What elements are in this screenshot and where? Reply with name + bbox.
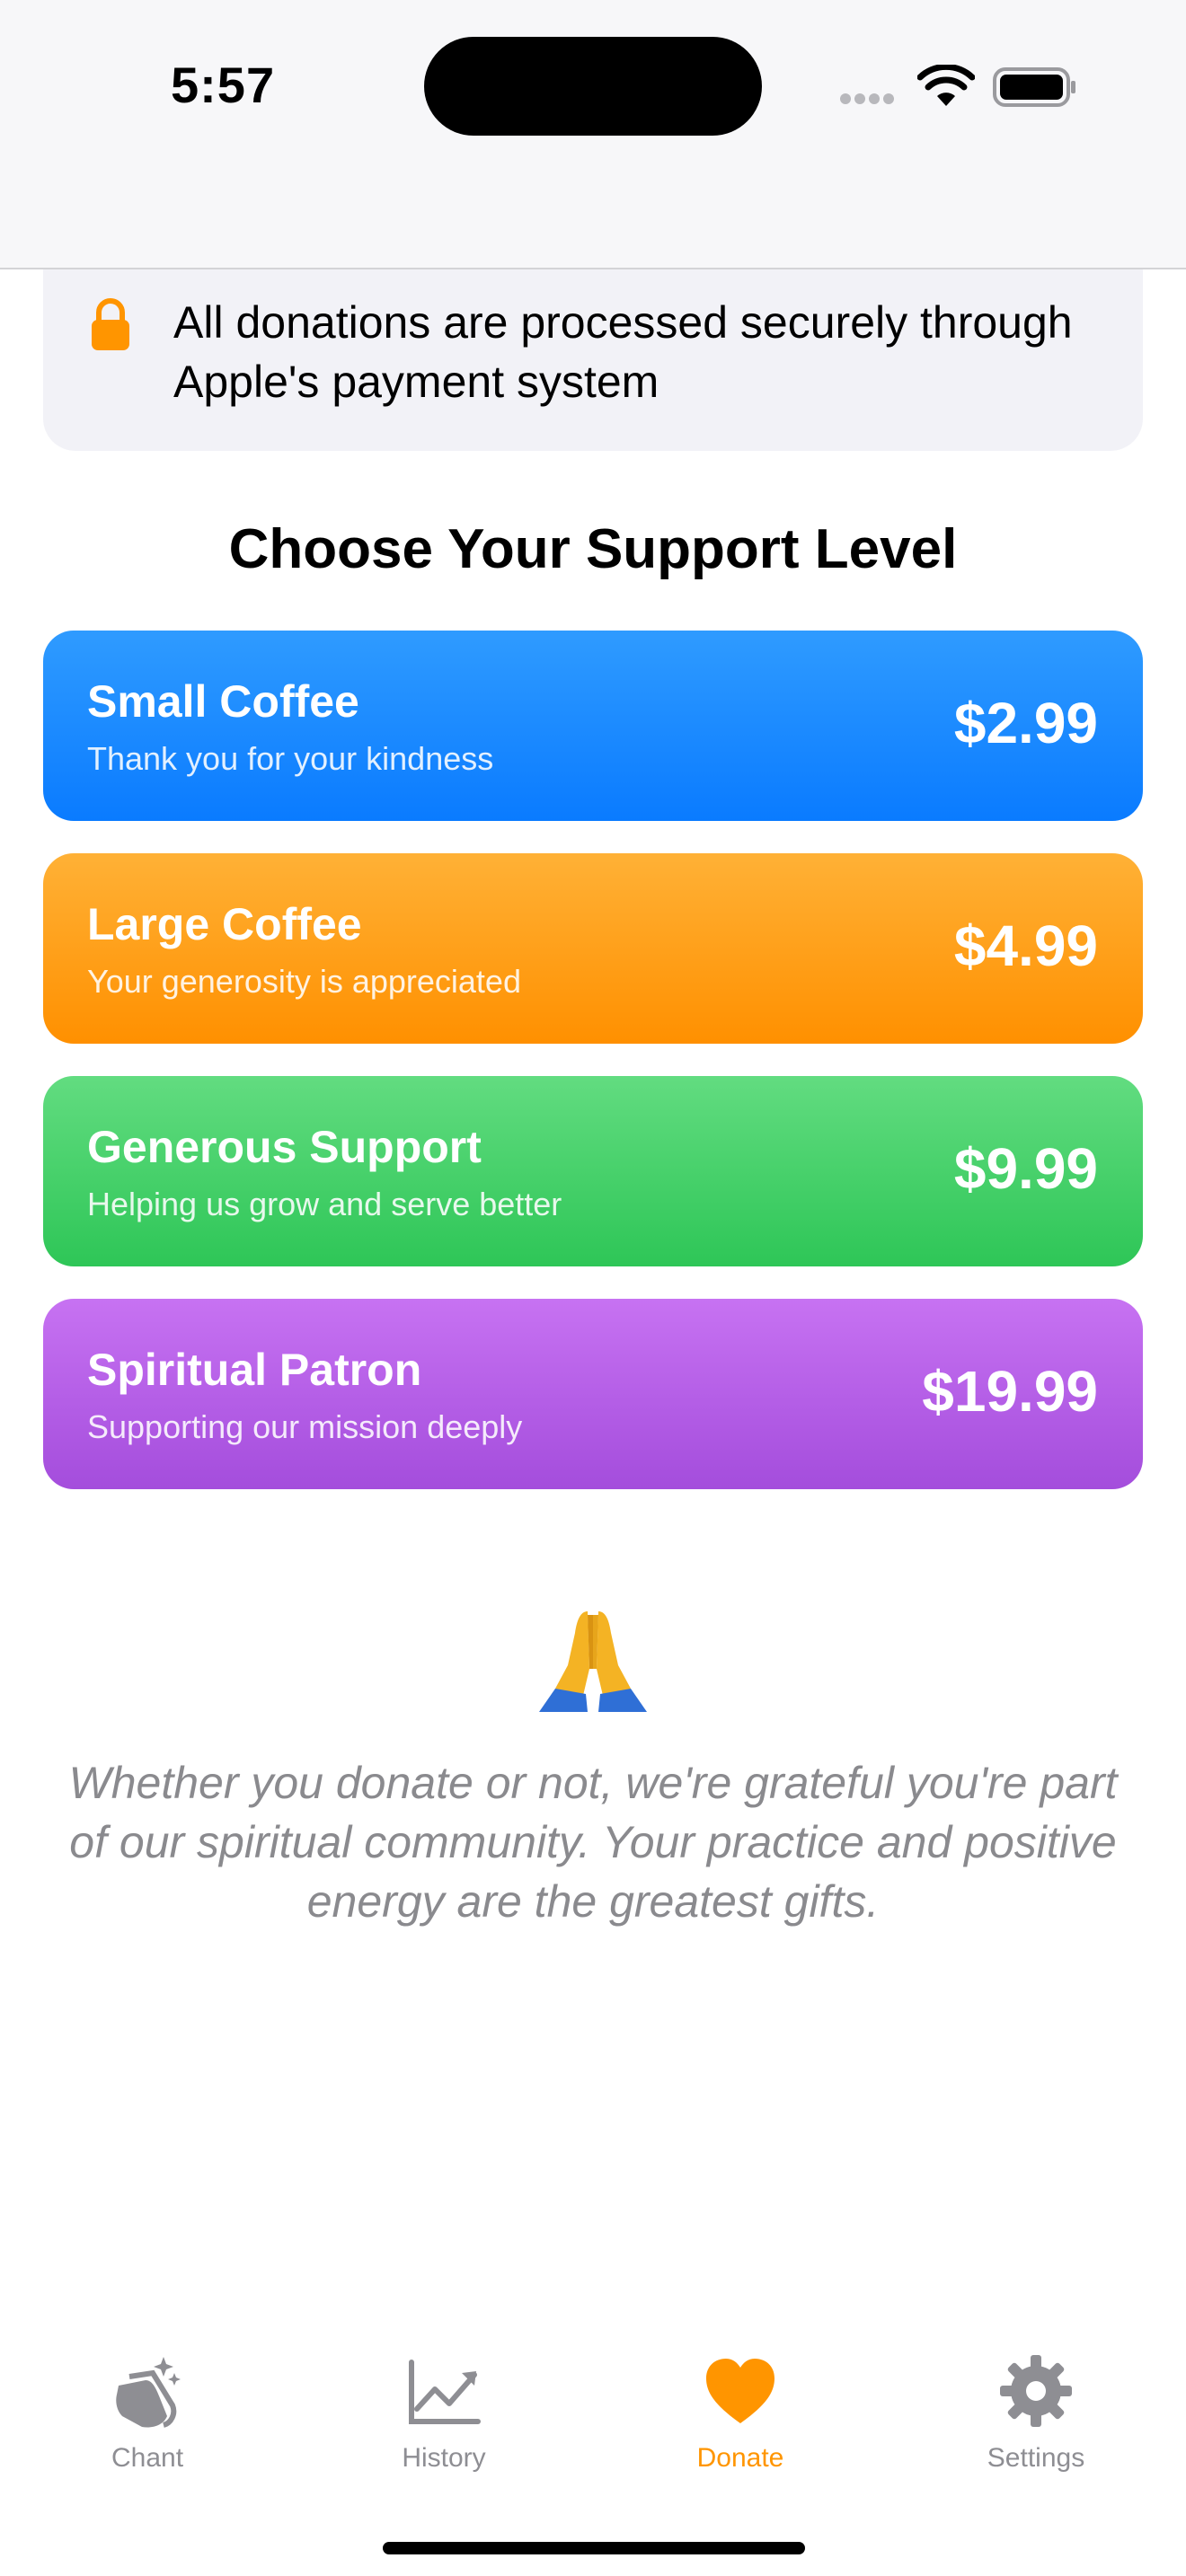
tier-name: Small Coffee (87, 676, 359, 727)
clapping-hands-icon (116, 2357, 181, 2428)
tab-donate[interactable]: Donate (651, 2353, 830, 2488)
tab-chant[interactable]: Chant (58, 2353, 237, 2488)
tier-price: $19.99 (922, 1359, 1098, 1424)
tier-description: Thank you for your kindness (87, 740, 494, 777)
tier-price: $4.99 (953, 913, 1098, 978)
status-bar: 5:57 (0, 0, 1186, 269)
section-title: Choose Your Support Level (228, 518, 958, 580)
lock-icon (92, 298, 129, 350)
dynamic-island (424, 37, 762, 136)
secure-notice-text: All donations are processed securely thr… (173, 297, 1073, 407)
tier-description: Your generosity is appreciated (87, 963, 521, 1000)
tier-name: Spiritual Patron (87, 1345, 422, 1395)
tab-label: Chant (111, 2443, 184, 2473)
tier-description: Supporting our mission deeply (87, 1408, 523, 1445)
wifi-icon (917, 65, 975, 106)
home-indicator (383, 2542, 805, 2554)
cellular-signal-icon (840, 93, 901, 105)
gear-icon (1000, 2355, 1072, 2427)
tier-description: Helping us grow and serve better (87, 1186, 562, 1222)
tab-history[interactable]: History (354, 2353, 534, 2488)
tab-label: Donate (696, 2443, 784, 2473)
tier-large-coffee-button[interactable]: Large Coffee Your generosity is apprecia… (43, 853, 1143, 1044)
tab-label: History (402, 2443, 486, 2473)
tier-small-coffee-button[interactable]: Small Coffee Thank you for your kindness… (43, 631, 1143, 821)
heart-icon (706, 2359, 774, 2423)
battery-icon (993, 67, 1075, 107)
tier-generous-support-button[interactable]: Generous Support Helping us grow and ser… (43, 1076, 1143, 1266)
tier-spiritual-patron-button[interactable]: Spiritual Patron Supporting our mission … (43, 1299, 1143, 1489)
tier-name: Large Coffee (87, 899, 362, 949)
tier-name: Generous Support (87, 1122, 482, 1172)
status-time: 5:57 (171, 57, 276, 113)
tab-settings[interactable]: Settings (946, 2353, 1126, 2488)
folded-hands-icon (539, 1611, 647, 1712)
tab-label: Settings (987, 2443, 1085, 2473)
gratitude-message: Whether you donate or not, we're gratefu… (68, 1758, 1118, 1927)
tier-price: $9.99 (953, 1136, 1098, 1201)
chart-icon (409, 2360, 481, 2424)
tier-price: $2.99 (953, 691, 1098, 755)
